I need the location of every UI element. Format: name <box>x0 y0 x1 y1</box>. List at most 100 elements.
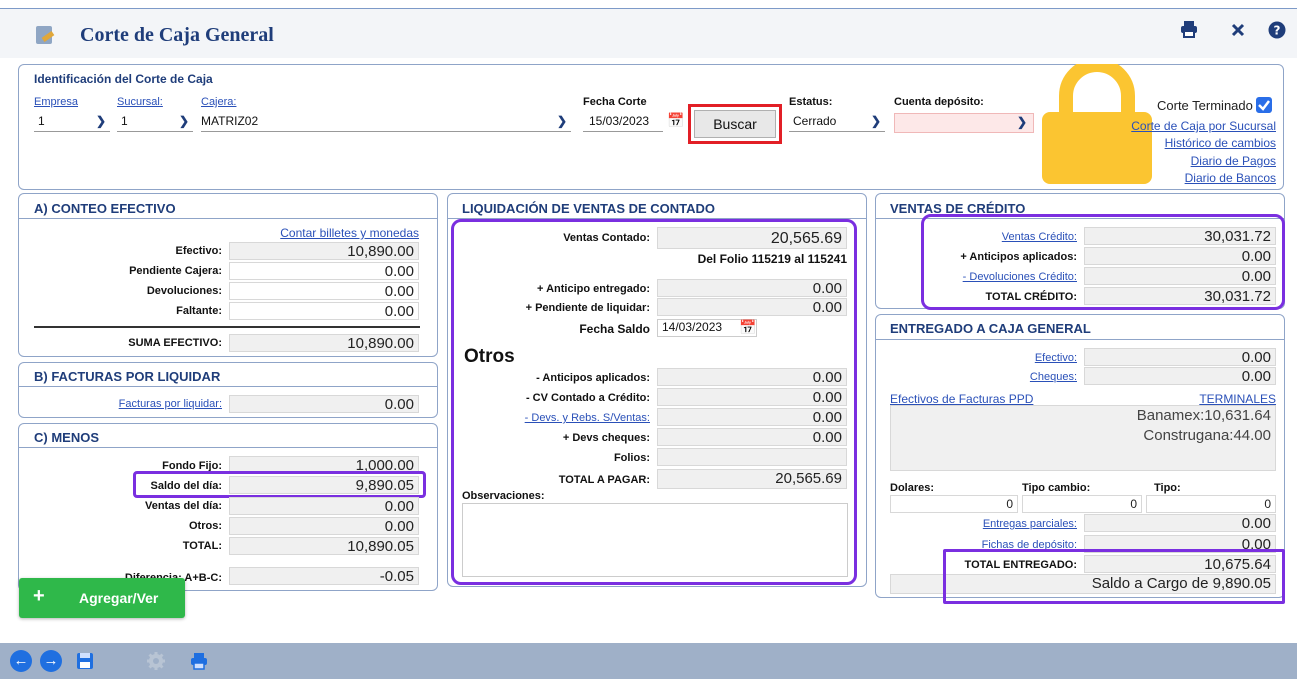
print-icon[interactable] <box>190 652 208 673</box>
facturas-title: B) FACTURAS POR LIQUIDAR <box>34 369 221 384</box>
anticipos-aplicados-credito-value: 0.00 <box>1084 247 1276 265</box>
total-menos-label: TOTAL: <box>182 540 222 552</box>
dolares-input[interactable]: 0 <box>890 495 1018 513</box>
facturas-liquidar-link[interactable]: Facturas por liquidar: <box>40 398 222 410</box>
pendiente-cajera-input[interactable]: 0.00 <box>229 262 419 280</box>
ventas-credito-link[interactable]: Ventas Crédito: <box>890 231 1077 243</box>
print-icon[interactable] <box>1180 20 1198 44</box>
anticipo-entregado-value: 0.00 <box>657 279 847 297</box>
fecha-corte-input[interactable]: 15/03/2023 <box>583 114 663 132</box>
observaciones-label: Observaciones: <box>462 490 545 502</box>
liquidacion-title: LIQUIDACIÓN DE VENTAS DE CONTADO <box>462 201 716 216</box>
devs-rebs-value: 0.00 <box>657 408 847 426</box>
estatus-label: Estatus: <box>789 96 833 108</box>
tipo-cambio-input[interactable]: 0 <box>1022 495 1142 513</box>
devs-cheques-value: 0.00 <box>657 428 847 446</box>
divider <box>19 218 437 219</box>
efectivo-value: 10,890.00 <box>229 242 419 260</box>
cajera-label[interactable]: Cajera: <box>201 96 236 108</box>
help-icon[interactable]: ? <box>1268 21 1286 45</box>
pendiente-liquidar-value: 0.00 <box>657 298 847 316</box>
estatus-select[interactable]: Cerrado ❯ <box>789 114 885 132</box>
save-icon[interactable] <box>76 652 94 673</box>
anticipos-aplicados-credito-label: + Anticipos aplicados: <box>960 251 1077 263</box>
entregas-parciales-link[interactable]: Entregas parciales: <box>890 518 1077 530</box>
faltante-label: Faltante: <box>176 305 222 317</box>
facturas-liquidar-value: 0.00 <box>229 395 419 413</box>
fecha-corte-label: Fecha Corte <box>583 96 647 108</box>
empresa-select[interactable]: 1 ❯ <box>34 114 110 132</box>
settings-icon[interactable] <box>146 651 166 674</box>
corte-terminado-label: Corte Terminado <box>1157 98 1253 113</box>
doc-edit-icon <box>36 26 52 44</box>
calendar-icon[interactable]: 📅 <box>667 113 684 127</box>
diferencia-value: -0.05 <box>229 567 419 585</box>
total-credito-label: TOTAL CRÉDITO: <box>985 291 1077 303</box>
contar-billetes-link[interactable]: Contar billetes y monedas <box>255 226 419 240</box>
anticipos-aplicados-value: 0.00 <box>657 368 847 386</box>
link-historico-cambios[interactable]: Histórico de cambios <box>1165 136 1276 150</box>
otros-heading: Otros <box>464 346 515 367</box>
devs-cheques-label: + Devs cheques: <box>562 432 650 444</box>
efectivo-entregado-link[interactable]: Efectivo: <box>890 352 1077 364</box>
cuenta-deposito-select[interactable]: ❯ <box>894 113 1034 133</box>
suma-efectivo-value: 10,890.00 <box>229 334 419 352</box>
dolares-label: Dolares: <box>890 482 935 494</box>
cheques-link[interactable]: Cheques: <box>890 371 1077 383</box>
tipo-input[interactable]: 0 <box>1146 495 1276 513</box>
entregas-parciales-value: 0.00 <box>1084 514 1276 532</box>
folios-value <box>657 448 847 466</box>
link-diario-bancos[interactable]: Diario de Bancos <box>1185 171 1276 185</box>
cajera-select[interactable]: MATRIZ02 ❯ <box>201 114 571 132</box>
back-arrow-icon[interactable]: ← <box>10 650 32 672</box>
pendiente-cajera-label: Pendiente Cajera: <box>129 265 222 277</box>
observaciones-textarea[interactable] <box>462 503 848 577</box>
sum-divider <box>34 326 420 328</box>
sucursal-label[interactable]: Sucursal: <box>117 96 163 108</box>
efectivo-label: Efectivo: <box>175 245 222 257</box>
entregado-title: ENTREGADO A CAJA GENERAL <box>890 321 1091 336</box>
divider <box>19 386 437 387</box>
link-corte-sucursal[interactable]: Corte de Caja por Sucursal <box>1131 119 1276 133</box>
pendiente-liquidar-label: + Pendiente de liquidar: <box>525 302 650 314</box>
chevron-down-icon: ❯ <box>95 114 106 128</box>
fecha-saldo-label: Fecha Saldo <box>579 322 650 336</box>
saldo-dia-highlight <box>133 471 426 498</box>
close-icon[interactable] <box>1230 22 1246 44</box>
folios-label: Folios: <box>613 452 650 464</box>
tipo-label: Tipo: <box>1154 482 1181 494</box>
terminal-line: Banamex:10,631.64 <box>1136 407 1271 424</box>
folio-range: Del Folio 115219 al 115241 <box>697 252 847 266</box>
agregar-ver-label: Agregar/Ver <box>79 590 159 606</box>
terminales-box: Banamex:10,631.64 Construgana:44.00 <box>890 405 1276 471</box>
devoluciones-input[interactable]: 0.00 <box>229 282 419 300</box>
total-pagar-value: 20,565.69 <box>657 469 847 489</box>
devs-rebs-link[interactable]: - Devs. y Rebs. S/Ventas: <box>460 412 650 424</box>
page-title: Corte de Caja General <box>80 24 274 46</box>
chevron-down-icon: ❯ <box>1016 115 1027 129</box>
corte-terminado-checkbox[interactable] <box>1256 97 1272 113</box>
empresa-value: 1 <box>38 114 45 128</box>
link-diario-pagos[interactable]: Diario de Pagos <box>1191 154 1276 168</box>
svg-text:?: ? <box>1274 24 1281 38</box>
terminales-link[interactable]: TERMINALES <box>1180 392 1276 406</box>
otros-value: 0.00 <box>229 517 419 535</box>
identification-title: Identificación del Corte de Caja <box>34 72 213 86</box>
forward-arrow-icon[interactable]: → <box>40 650 62 672</box>
empresa-label[interactable]: Empresa <box>34 96 78 108</box>
terminal-line: Construgana:44.00 <box>1143 427 1271 444</box>
agregar-ver-button[interactable]: + Agregar/Ver <box>19 578 185 618</box>
suma-efectivo-label: SUMA EFECTIVO: <box>128 337 222 349</box>
devoluciones-credito-value: 0.00 <box>1084 267 1276 285</box>
chevron-down-icon: ❯ <box>870 114 881 128</box>
sucursal-value: 1 <box>121 114 128 128</box>
devoluciones-credito-link[interactable]: - Devoluciones Crédito: <box>890 271 1077 283</box>
efectivos-ppd-link[interactable]: Efectivos de Facturas PPD <box>890 392 1033 406</box>
ventas-contado-value: 20,565.69 <box>657 227 847 249</box>
total-menos-value: 10,890.05 <box>229 537 419 555</box>
sucursal-select[interactable]: 1 ❯ <box>117 114 193 132</box>
ventas-dia-label: Ventas del día: <box>144 500 222 512</box>
calendar-icon[interactable]: 📅 <box>739 320 756 334</box>
buscar-button[interactable]: Buscar <box>694 110 776 138</box>
faltante-input[interactable]: 0.00 <box>229 302 419 320</box>
